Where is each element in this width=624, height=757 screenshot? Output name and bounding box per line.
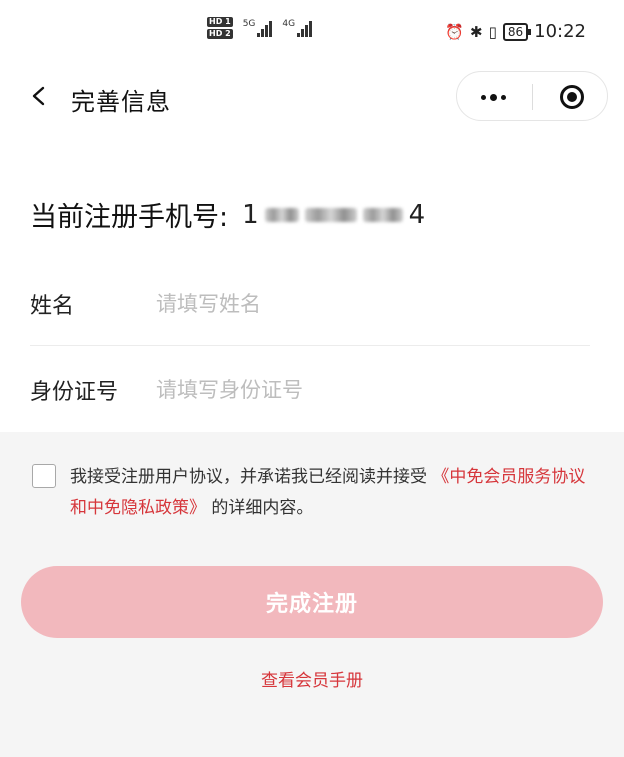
- id-number-input[interactable]: [156, 378, 556, 402]
- phone-blur: [264, 207, 299, 222]
- more-icon[interactable]: [481, 94, 506, 101]
- close-target-icon[interactable]: [560, 85, 584, 109]
- row-divider: [30, 345, 590, 346]
- hd1-badge: HD 1: [207, 17, 233, 27]
- name-input[interactable]: [156, 292, 556, 316]
- masked-phone-number: 1 4: [242, 200, 425, 230]
- agreement-text-after: 的详细内容。: [211, 498, 314, 518]
- bluetooth-icon: ✱: [470, 22, 483, 41]
- agreement-text-before: 我接受注册用户协议，并承诺我已经阅读并接受: [70, 467, 427, 487]
- hd2-badge: HD 2: [207, 29, 233, 39]
- net1-label: 5G: [242, 19, 256, 29]
- net2-label: 4G: [282, 19, 296, 29]
- name-row: 姓名: [30, 276, 590, 332]
- phone-first-digit: 1: [242, 199, 259, 230]
- signal-4g-icon: 4G: [282, 19, 313, 37]
- agreement-text: 我接受注册用户协议，并承诺我已经阅读并接受 《中免会员服务协议和中免隐私政策》 …: [70, 462, 592, 524]
- phone-line: 当前注册手机号: 1 4: [30, 195, 425, 234]
- back-icon[interactable]: [30, 86, 50, 106]
- name-label: 姓名: [30, 294, 75, 319]
- hd-indicators: HD 1 HD 2: [207, 17, 233, 39]
- alarm-icon: ⏰: [445, 22, 464, 41]
- member-handbook-link[interactable]: 查看会员手册: [0, 666, 624, 691]
- phone-last-digit: 4: [408, 199, 426, 230]
- phone-label: 当前注册手机号:: [30, 202, 229, 233]
- id-label: 身份证号: [30, 380, 119, 405]
- status-bar: HD 1 HD 2 5G 4G ⏰ ✱ ▯ 86 10:22: [0, 0, 624, 66]
- status-time: 10:22: [534, 21, 586, 42]
- agreement-checkbox[interactable]: [32, 464, 56, 488]
- phone-blur: [362, 207, 403, 222]
- status-bar-right: ⏰ ✱ ▯ 86 10:22: [445, 21, 586, 42]
- battery-icon: 86: [502, 22, 532, 41]
- capsule-divider: [532, 84, 533, 110]
- mini-program-capsule: [456, 71, 608, 121]
- signal-5g-icon: 5G: [243, 19, 273, 37]
- agreement-row: 我接受注册用户协议，并承诺我已经阅读并接受 《中免会员服务协议和中免隐私政策》 …: [32, 462, 592, 524]
- page-title: 完善信息: [71, 88, 171, 116]
- nav-bar: 完善信息: [0, 66, 624, 128]
- phone-blur: [304, 207, 357, 222]
- id-row: 身份证号: [30, 362, 590, 418]
- status-bar-left: HD 1 HD 2 5G 4G: [207, 17, 313, 39]
- complete-registration-button[interactable]: 完成注册: [21, 566, 603, 638]
- vibrate-icon: ▯: [488, 22, 497, 41]
